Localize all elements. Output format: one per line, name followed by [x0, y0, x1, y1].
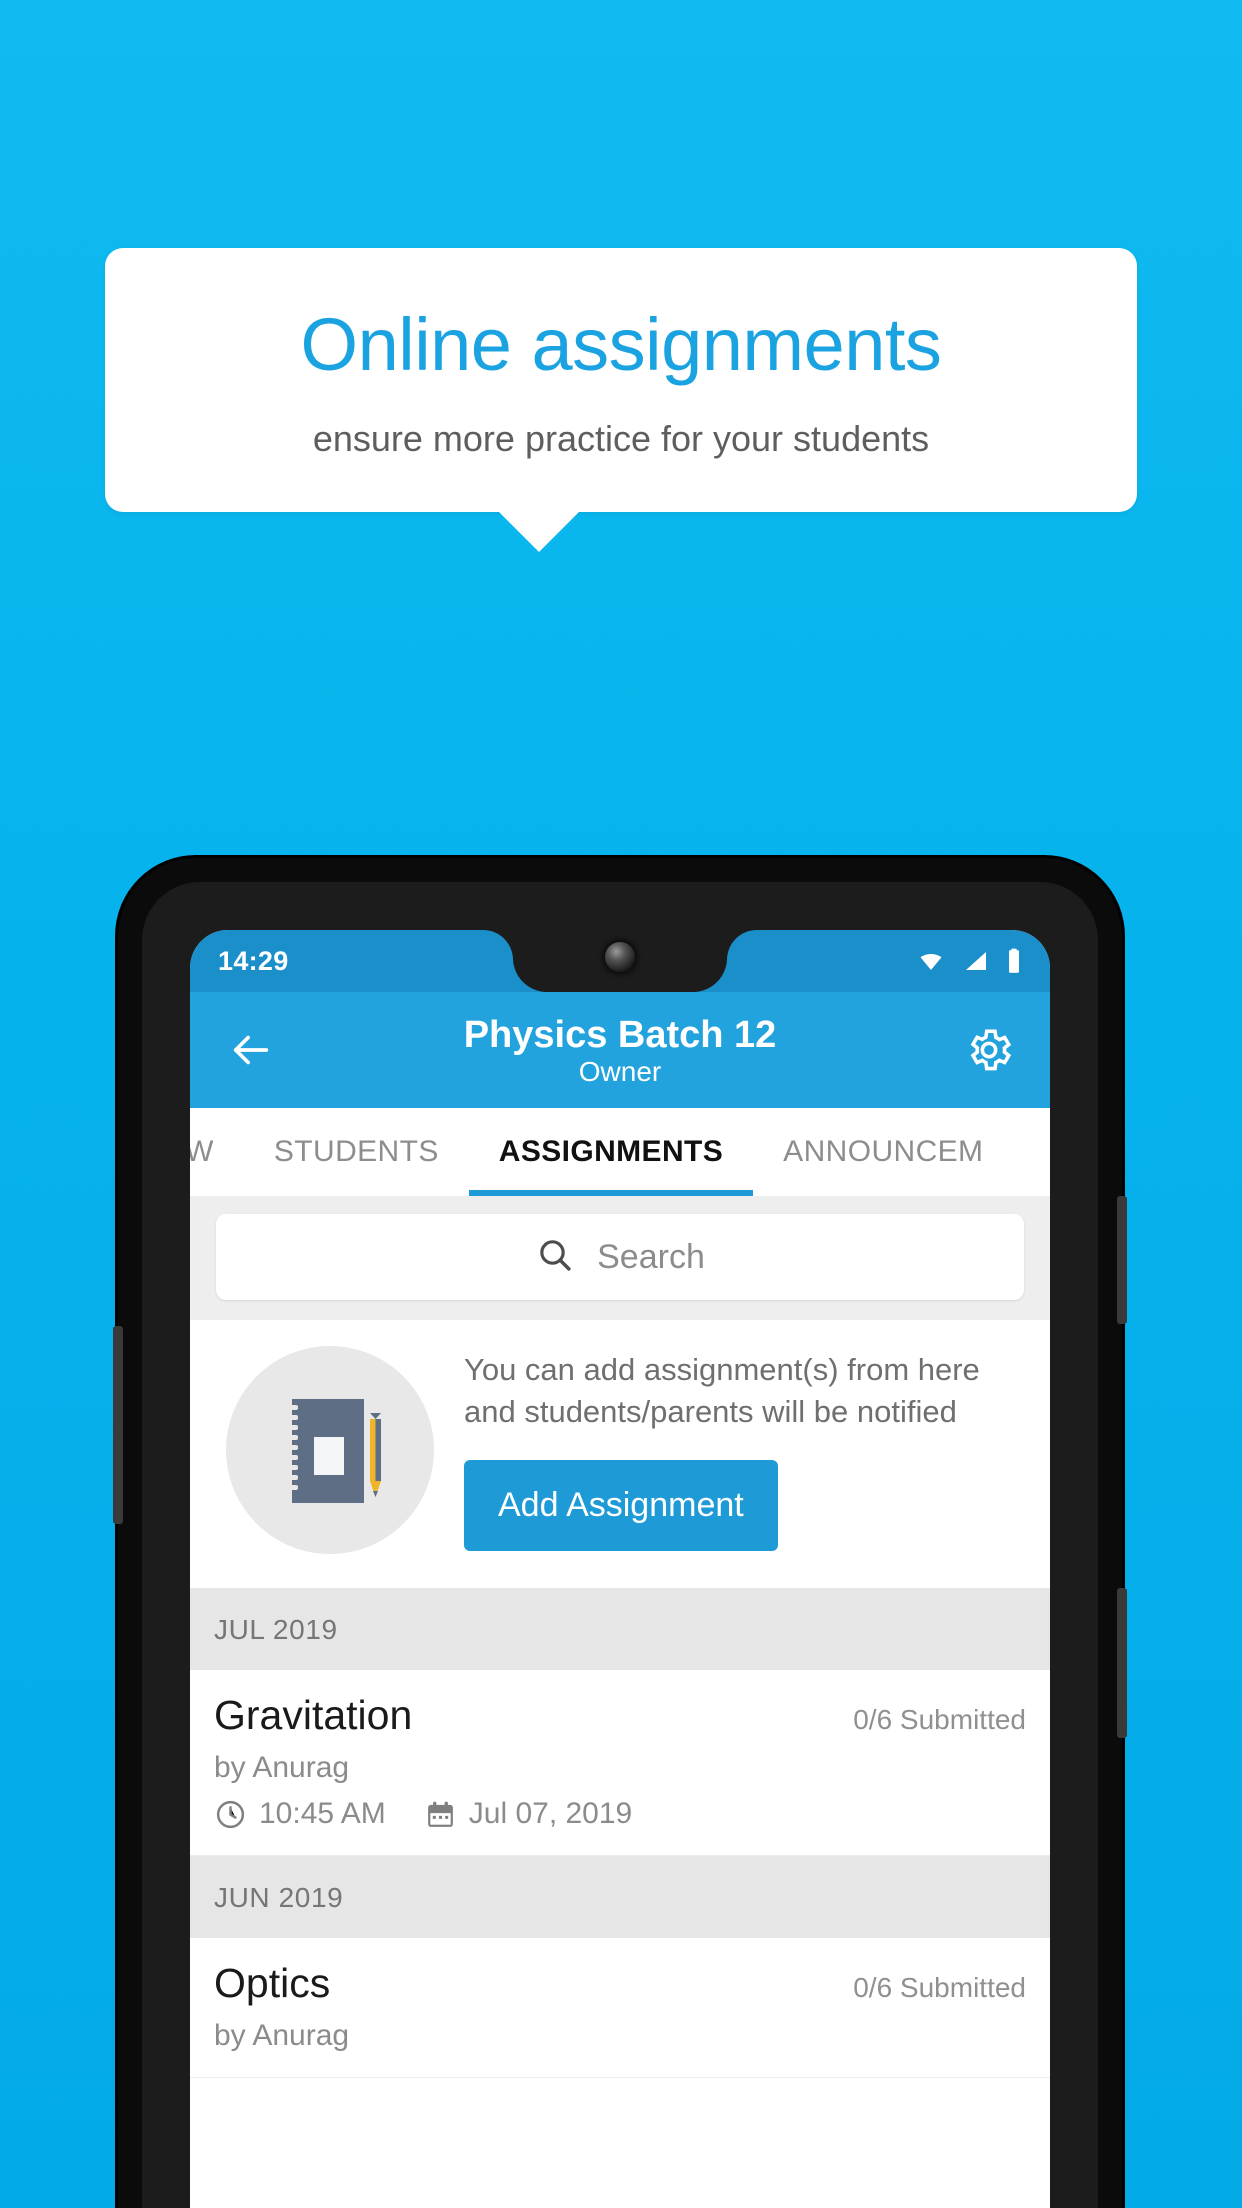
battery-icon	[1006, 948, 1022, 974]
back-arrow-icon[interactable]	[220, 1019, 282, 1081]
status-icons	[916, 948, 1022, 974]
app-bar: Physics Batch 12 Owner	[190, 992, 1050, 1108]
power-button[interactable]	[1117, 1196, 1127, 1324]
tab-label: STUDENTS	[273, 1135, 439, 1168]
assignment-time: 10:45 AM	[259, 1797, 386, 1830]
notebook-and-pen-icon	[226, 1346, 434, 1554]
assignment-row-top: Gravitation 0/6 Submitted	[214, 1692, 1026, 1739]
assignment-submitted-count: 0/6 Submitted	[853, 1972, 1026, 2003]
page-subtitle: Owner	[578, 1056, 662, 1087]
assignment-row-top: Optics 0/6 Submitted	[214, 1960, 1026, 2007]
gear-icon[interactable]	[958, 1019, 1020, 1081]
search-zone: Search	[190, 1196, 1050, 1320]
promo-title: Online assignments	[300, 303, 942, 386]
assignment-author: by Anurag	[214, 1751, 350, 1784]
signal-icon	[963, 949, 989, 973]
promo-banner: Online assignments ensure more practice …	[105, 248, 1137, 552]
empty-state-body: You can add assignment(s) from here and …	[464, 1349, 1028, 1551]
tab-announcements[interactable]: ANNOUNCEM	[753, 1108, 1013, 1196]
add-assignment-button[interactable]: Add Assignment	[464, 1459, 778, 1551]
phone-screen: 14:29 Physics Batch 12 Owner W STUDENTS …	[190, 930, 1050, 2208]
empty-state-card: You can add assignment(s) from here and …	[190, 1320, 1050, 1588]
page-title: Physics Batch 12	[463, 1014, 777, 1056]
assignment-submitted-count: 0/6 Submitted	[853, 1704, 1026, 1735]
tab-students[interactable]: STUDENTS	[244, 1108, 469, 1196]
promo-card: Online assignments ensure more practice …	[105, 248, 1137, 512]
empty-state-text: You can add assignment(s) from here and …	[464, 1352, 980, 1429]
phone-bezel: 14:29 Physics Batch 12 Owner W STUDENTS …	[142, 882, 1098, 2208]
month-header-jun: JUN 2019	[190, 1856, 1050, 1938]
tab-label: ANNOUNCEM	[783, 1135, 984, 1168]
phone-mockup: 14:29 Physics Batch 12 Owner W STUDENTS …	[113, 858, 1127, 2208]
side-button-left[interactable]	[113, 1326, 123, 1524]
assignment-title: Gravitation	[214, 1692, 413, 1738]
month-header-jul: JUL 2019	[190, 1588, 1050, 1670]
search-icon	[535, 1235, 575, 1280]
assignment-meta: 10:45 AM Jul 07, 2019	[214, 1797, 1026, 1831]
promo-bubble-tail	[499, 511, 579, 552]
promo-subtitle: ensure more practice for your students	[312, 417, 930, 459]
tab-label: ASSIGNMENTS	[498, 1135, 724, 1168]
assignment-date: Jul 07, 2019	[468, 1797, 633, 1830]
search-placeholder: Search	[597, 1237, 705, 1276]
calendar-icon	[424, 1798, 457, 1831]
volume-button[interactable]	[1117, 1588, 1127, 1738]
assignment-row-optics[interactable]: Optics 0/6 Submitted by Anurag	[190, 1938, 1050, 2078]
status-clock: 14:29	[218, 945, 289, 976]
tab-label: IEW	[190, 1135, 214, 1168]
assignment-title: Optics	[214, 1960, 331, 2006]
assignment-author: by Anurag	[214, 2019, 350, 2052]
display-notch	[513, 930, 727, 992]
app-bar-titles: Physics Batch 12 Owner	[282, 1016, 958, 1086]
assignment-row-gravitation[interactable]: Gravitation 0/6 Submitted by Anurag 10:4…	[190, 1670, 1050, 1856]
search-input[interactable]: Search	[216, 1214, 1024, 1300]
tab-bar: IEW STUDENTS ASSIGNMENTS ANNOUNCEM	[190, 1108, 1050, 1196]
tab-assignments[interactable]: ASSIGNMENTS	[468, 1108, 754, 1196]
wifi-icon	[916, 949, 946, 973]
tab-overview[interactable]: IEW	[190, 1108, 244, 1196]
clock-icon	[214, 1798, 247, 1831]
front-camera-icon	[605, 942, 635, 972]
